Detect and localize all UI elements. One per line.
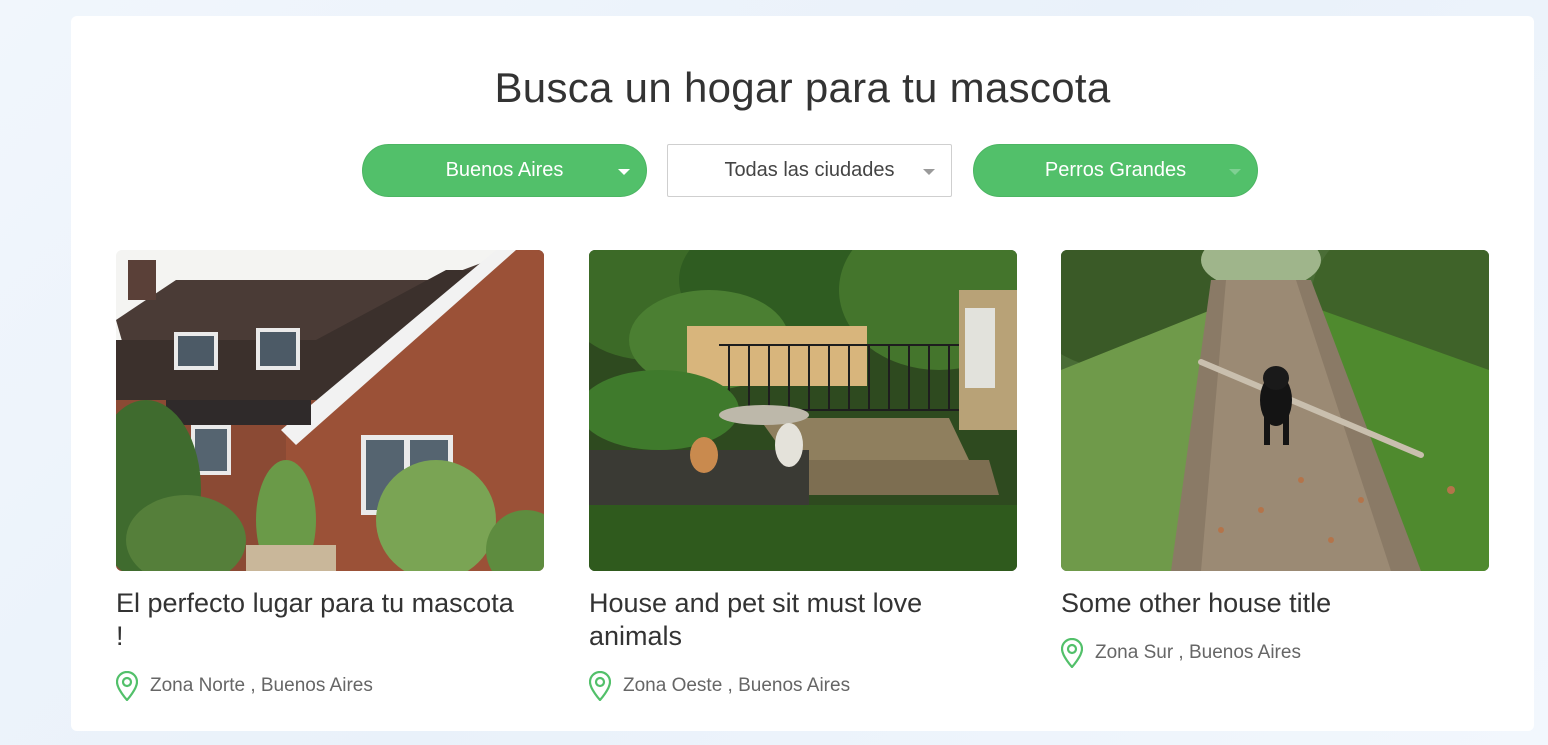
map-pin-icon <box>116 671 138 701</box>
brick-house-photo[interactable] <box>116 250 544 571</box>
map-pin-icon <box>1061 638 1083 668</box>
map-pin-icon <box>589 671 611 701</box>
listing-location: Zona Sur , Buenos Aires <box>1061 638 1489 668</box>
province-select[interactable]: Buenos Aires <box>362 144 647 197</box>
province-select-label: Buenos Aires <box>445 159 564 181</box>
listing-location: Zona Norte , Buenos Aires <box>116 671 544 701</box>
chevron-down-icon <box>1229 169 1241 175</box>
listing-location-label: Zona Oeste , Buenos Aires <box>623 675 851 696</box>
listing-card[interactable]: House and pet sit must love animals Zona… <box>589 250 1017 701</box>
pet-type-select[interactable]: Perros Grandes <box>973 144 1258 197</box>
listing-location-label: Zona Norte , Buenos Aires <box>150 675 373 696</box>
listing-location-label: Zona Sur , Buenos Aires <box>1095 642 1301 663</box>
city-select[interactable]: Todas las ciudades <box>667 144 952 197</box>
chevron-down-icon <box>618 169 630 175</box>
filter-bar: Buenos Aires Todas las ciudades Perros G… <box>71 144 1534 198</box>
listing-card[interactable]: El perfecto lugar para tu mascota ! Zona… <box>116 250 544 701</box>
listing-title[interactable]: El perfecto lugar para tu mascota ! <box>116 587 516 653</box>
search-panel: Busca un hogar para tu mascota Buenos Ai… <box>71 16 1534 731</box>
listing-card[interactable]: Some other house title Zona Sur , Buenos… <box>1061 250 1489 668</box>
dog-with-stick-photo[interactable] <box>1061 250 1489 571</box>
pet-type-select-label: Perros Grandes <box>1044 159 1187 181</box>
listing-title[interactable]: House and pet sit must love animals <box>589 587 989 653</box>
page-title: Busca un hogar para tu mascota <box>494 64 1111 111</box>
city-select-label: Todas las ciudades <box>724 159 895 181</box>
garden-pool-photo[interactable] <box>589 250 1017 571</box>
chevron-down-icon <box>923 169 935 175</box>
listing-title[interactable]: Some other house title <box>1061 587 1461 620</box>
listing-location: Zona Oeste , Buenos Aires <box>589 671 1017 701</box>
